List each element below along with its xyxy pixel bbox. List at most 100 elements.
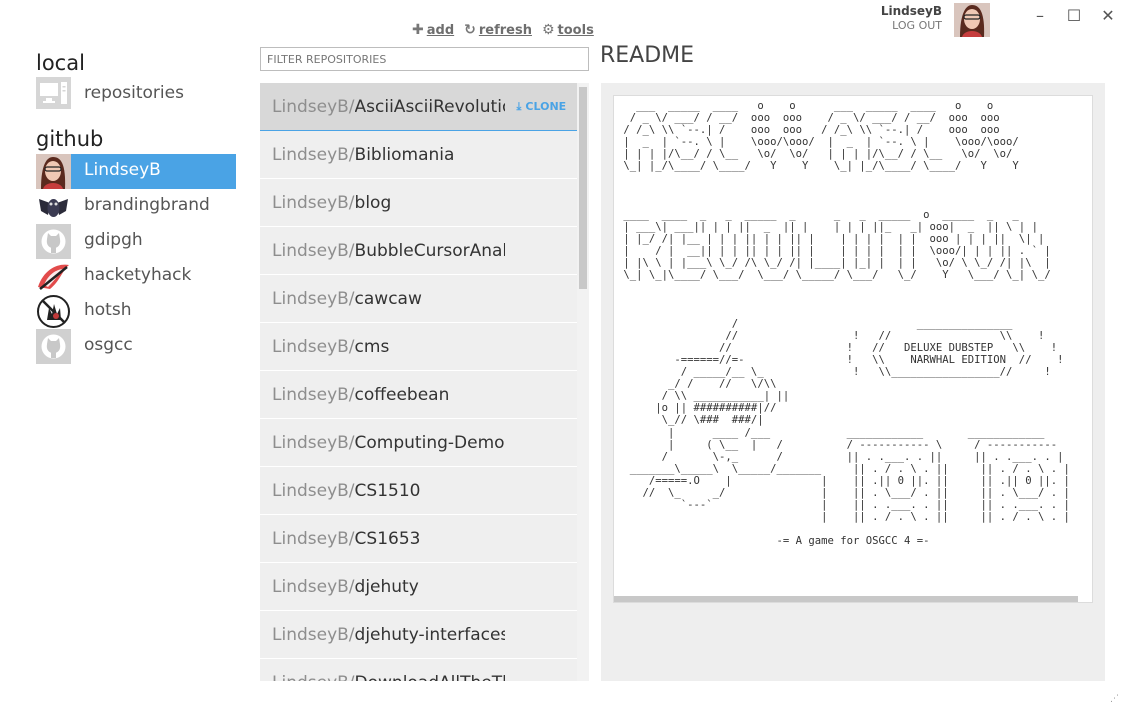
repo-name: blog [354,192,392,213]
repo-owner: LindseyB/ [272,432,355,453]
readme-line: / \-,_ / || . .___. . || || . .___. . | [617,450,1064,463]
sidebar-item-label: osgcc [84,335,133,355]
readme-ascii-art: ___ _____ ____ o o ___ _____ ____ o o / … [617,100,1070,547]
readme-line: | || . / . \ . || || . / . \ . | [617,511,1070,524]
repo-item[interactable]: LindseyB/blog [260,179,577,227]
readme-line [617,306,1070,318]
readme-line: // \_ _/ | || . \___/ . || || . \___/ . … [617,487,1070,499]
repo-item[interactable]: LindseyB/coffeebean [260,371,577,419]
sidebar-item-repositories[interactable]: repositories [36,76,236,110]
user-avatar[interactable] [954,3,990,37]
gear-icon: ⚙ [541,22,555,38]
maximize-button[interactable]: ☐ [1064,5,1084,25]
refresh-label: refresh [478,22,532,38]
repo-name: Computing-Democ [354,432,505,453]
app-window: ✚ add ↻ refresh ⚙ tools LindseyB LOG OUT… [0,0,1123,706]
readme-horizontal-scrollbar[interactable] [614,596,1078,602]
readme-line [617,197,1070,209]
readme-line: _/ / // \/\\ [617,378,777,391]
repo-owner: LindseyB/ [272,528,355,549]
close-button[interactable]: ✕ [1098,5,1118,25]
repository-list: LindseyB/AsciiAsciiRevolution ⤓ CLONE Li… [260,83,589,681]
repo-item[interactable]: LindseyB/DownloadAllTheTh [260,659,577,681]
github-section-title: github [36,127,104,151]
tools-label: tools [557,22,594,38]
repo-owner: LindseyB/ [272,336,355,357]
readme-line: `---` | || . .___. . || || . .___. . | [617,499,1070,512]
repo-name: AsciiAsciiRevolution [354,96,505,117]
readme-content[interactable]: ___ _____ ____ o o ___ _____ ____ o o / … [613,95,1093,603]
tools-button[interactable]: ⚙ tools [542,22,594,38]
repo-owner: LindseyB/ [272,384,355,405]
repo-item[interactable]: LindseyB/CS1510 [260,467,577,515]
readme-line: | ( \__ | / / ----------- \ / ----------… [617,438,1058,451]
readme-line [617,294,1070,306]
repo-item-selected[interactable]: LindseyB/AsciiAsciiRevolution ⤓ CLONE [260,83,577,131]
readme-line: | ____ /___ ____________ ____________ [617,426,1045,439]
user-name: LindseyB [880,4,942,18]
sidebar-item-osgcc[interactable]: osgcc [36,329,236,364]
repo-name: djehuty [354,576,419,597]
repo-name: Bibliomania [354,144,455,165]
readme-line: | _ | `--. \ | \ooo/\ooo/ | _ | `--. \ |… [617,136,1019,149]
repo-item[interactable]: LindseyB/djehuty-interfaces [260,611,577,659]
sidebar-item-label: repositories [84,82,184,103]
repository-list-items: LindseyB/AsciiAsciiRevolution ⤓ CLONE Li… [260,83,577,681]
repo-item[interactable]: LindseyB/cms [260,323,577,371]
avatar [36,189,71,224]
sidebar-item-brandingbrand[interactable]: brandingbrand [36,189,236,224]
repo-owner: LindseyB/ [272,624,355,645]
readme-line: / \\ ___________| || [617,390,790,403]
readme-title: README [600,43,695,68]
readme-line [617,523,1070,535]
repo-item[interactable]: LindseyB/Bibliomania [260,131,577,179]
repo-owner: LindseyB/ [272,96,355,117]
scrollbar-thumb[interactable] [579,87,587,289]
sidebar-item-label: hotsh [84,300,132,320]
repo-list-scrollbar[interactable] [577,83,589,681]
plus-icon: ✚ [412,22,424,38]
refresh-icon: ↻ [464,22,476,38]
readme-line: | ___\| ___|| | | || _ || | | | | ||_ _|… [617,220,1038,233]
sidebar-item-hacketyhack[interactable]: hacketyhack [36,259,236,294]
sidebar-item-gdipgh[interactable]: gdipgh [36,224,236,259]
local-group: repositories [36,76,236,110]
avatar [36,294,71,329]
repo-item[interactable]: LindseyB/BubbleCursorAnaly [260,227,577,275]
add-button[interactable]: ✚ add [412,22,454,38]
sidebar-item-hotsh[interactable]: hotsh [36,294,236,329]
readme-line: | | | |/\__/ / \__ \o/ \o/ | | | |/\__/ … [617,148,1013,161]
readme-line: \_| |_/\____/ \____/ Y Y \_| |_/\____/ \… [617,160,1019,173]
sidebar-item-label: gdipgh [84,230,143,250]
repo-owner: LindseyB/ [272,480,355,501]
repo-name: DownloadAllTheTh [355,673,505,682]
readme-line: / _ \/ ___/ / __/ ooo ooo / _ \/ ___/ / … [617,112,1000,125]
repo-item[interactable]: LindseyB/cawcaw [260,275,577,323]
download-icon: ⤓ [516,99,522,113]
readme-line: /=====.O | | || .|| 0 ||. || || .|| 0 ||… [617,474,1070,487]
repo-item[interactable]: LindseyB/Computing-Democ [260,419,577,467]
resize-grip-icon[interactable]: ⋰ [1110,694,1119,704]
refresh-button[interactable]: ↻ refresh [464,22,532,38]
readme-line: | |_/ /| |__ | | | || | | || | | | | | |… [617,233,1045,246]
sidebar-item-lindseyb[interactable]: LindseyB [36,154,236,189]
readme-line: / _______________ [617,317,1013,330]
minimize-button[interactable]: – [1030,5,1050,25]
window-controls: – ☐ ✕ [1030,5,1118,25]
sidebar: local repositories github LindseyB brand… [36,50,236,364]
readme-line: _______\_____\ \_____/_______ || . / . \… [617,462,1070,475]
readme-line: -======//=- ! \\ NARWHAL EDITION // ! [617,353,1064,366]
repo-name: coffeebean [354,384,450,405]
clone-button[interactable]: ⤓ CLONE [517,100,567,114]
repo-name: cawcaw [354,288,422,309]
logout-link[interactable]: LOG OUT [892,19,942,32]
readme-line: // ! // \\ ! [617,329,1045,342]
readme-line: ___ _____ ____ o o ___ _____ ____ o o [617,100,994,112]
add-label: add [426,22,455,38]
readme-line [617,281,1070,293]
repo-item[interactable]: LindseyB/CS1653 [260,515,577,563]
filter-repositories-input[interactable] [260,47,589,71]
repo-name: CS1653 [354,528,421,549]
readme-line: ____ ____ _ _ _____ _ _ _ _____ o _____ … [617,208,1019,221]
repo-item[interactable]: LindseyB/djehuty [260,563,577,611]
